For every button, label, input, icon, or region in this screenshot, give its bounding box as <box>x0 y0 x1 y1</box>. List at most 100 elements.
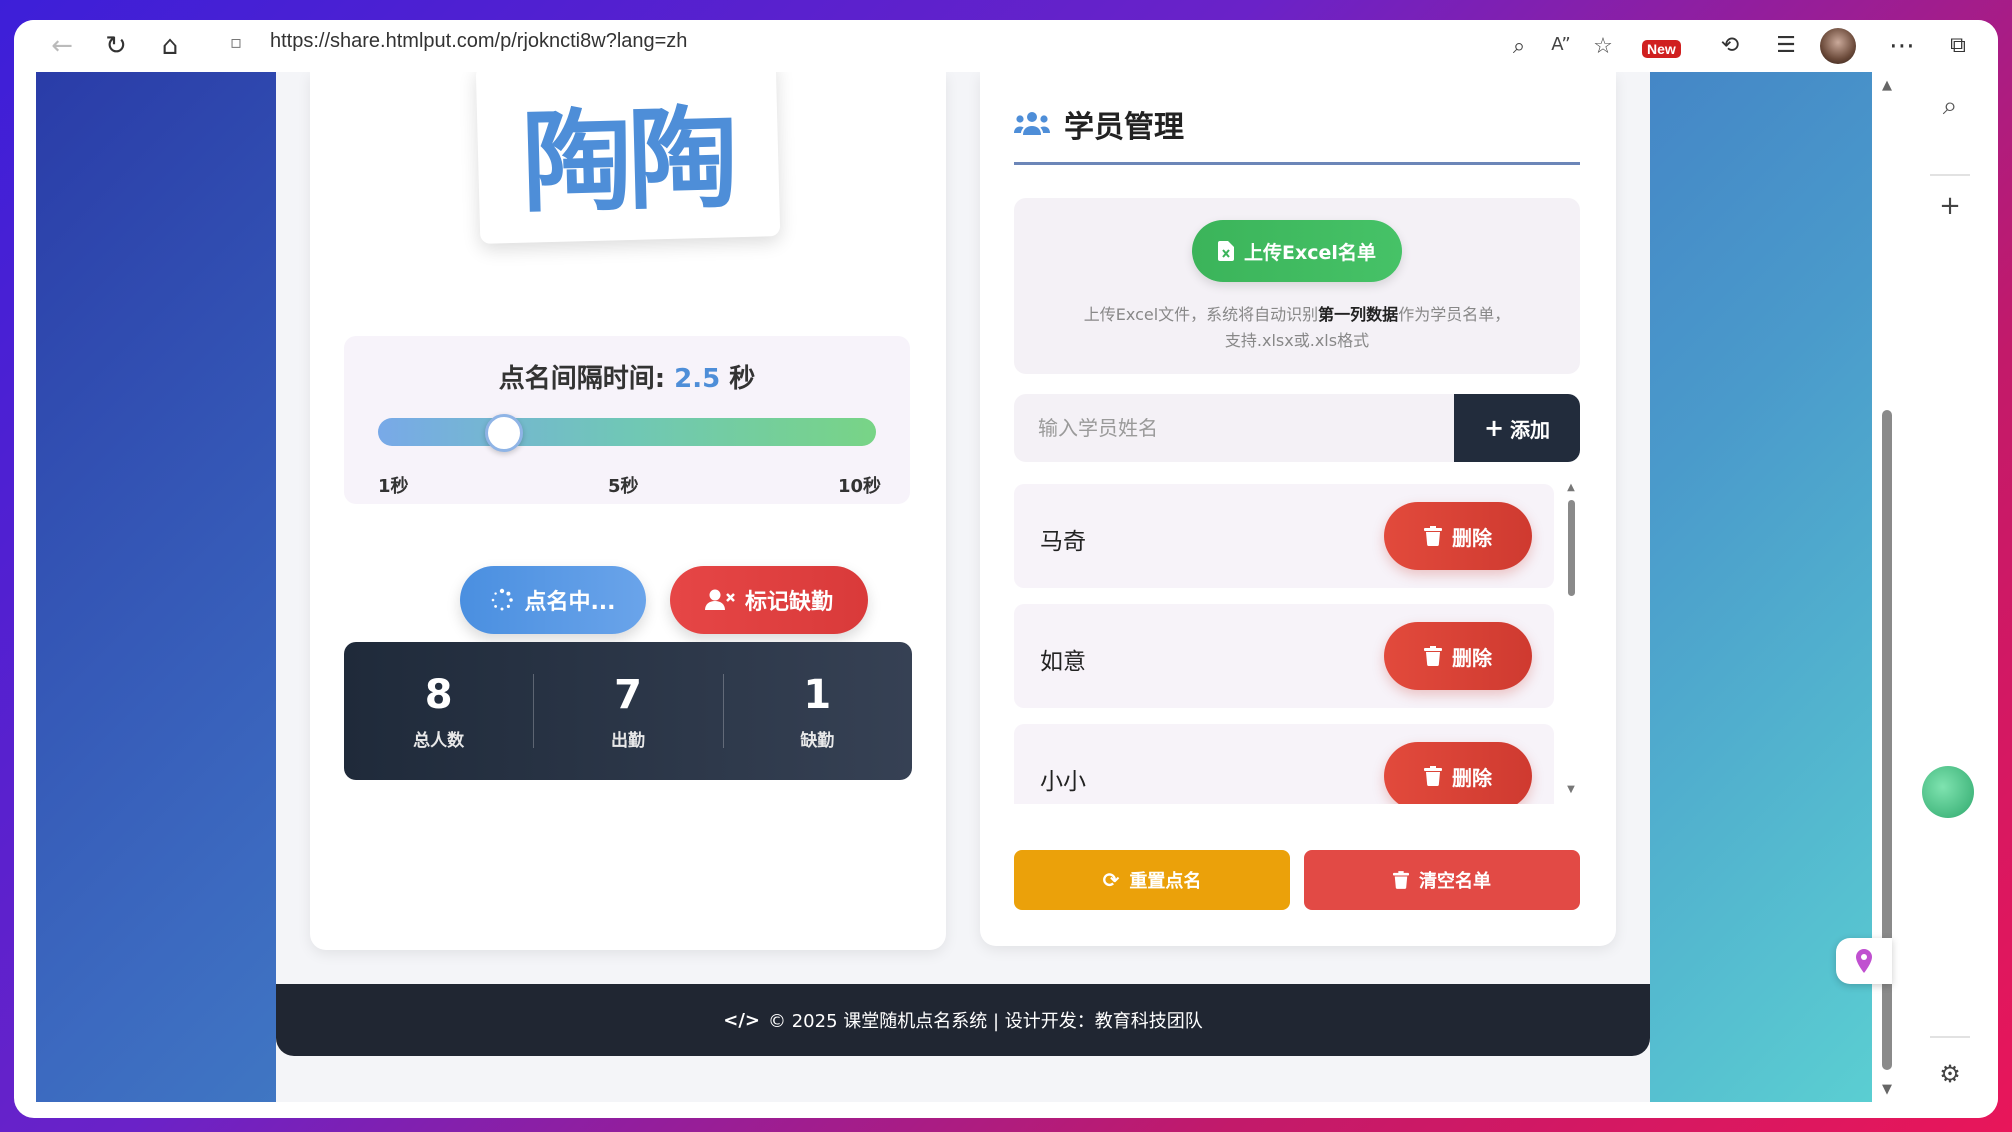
interval-value: 2.5 <box>674 364 721 394</box>
hint-suffix: 作为学员名单， <box>1398 305 1511 324</box>
back-icon[interactable]: ← <box>46 30 78 62</box>
floating-location-widget[interactable] <box>1836 938 1892 984</box>
hint-prefix: 上传Excel文件，系统将自动识别 <box>1083 305 1319 324</box>
trash-icon <box>1424 646 1442 666</box>
stat-absent-label: 缺勤 <box>800 730 835 751</box>
stat-total-value: 8 <box>424 671 453 718</box>
hint-bold: 第一列数据 <box>1318 305 1399 324</box>
more-menu-icon[interactable]: ⋯ <box>1886 30 1918 62</box>
code-icon: </> <box>723 1009 760 1031</box>
new-badge[interactable]: New <box>1642 40 1681 58</box>
student-name: 马奇 <box>1040 529 1086 555</box>
stat-present-value: 7 <box>614 671 642 718</box>
student-list-scrollbar[interactable]: ▲ ▼ <box>1564 482 1578 800</box>
student-name: 小小 <box>1040 769 1086 795</box>
delete-label: 删除 <box>1452 645 1492 670</box>
delete-student-button[interactable]: 删除 <box>1384 502 1532 570</box>
scroll-up-icon[interactable]: ▲ <box>1564 482 1578 493</box>
interval-label: 点名间隔时间: <box>498 364 666 394</box>
trash-icon <box>1424 526 1442 546</box>
calling-label: 点名中... <box>524 590 616 615</box>
browser-window: ← ↻ ⌂ ▫ https://share.htmlput.com/p/rjok… <box>14 20 1998 1118</box>
interval-unit: 秒 <box>729 364 756 394</box>
browser-toolbar: ← ↻ ⌂ ▫ https://share.htmlput.com/p/rjok… <box>14 20 1998 72</box>
reset-roll-call-button[interactable]: ⟳ 重置点名 <box>1014 850 1290 910</box>
footer-text: © 2025 课堂随机点名系统 | 设计开发：教育科技团队 <box>767 1011 1203 1032</box>
sidebar-search-icon[interactable]: ⌕ <box>1932 88 1968 124</box>
mark-absent-button[interactable]: 标记缺勤 <box>670 566 868 634</box>
list-item: 小小 删除 <box>1014 724 1554 804</box>
page-footer: </> © 2025 课堂随机点名系统 | 设计开发：教育科技团队 <box>276 984 1650 1056</box>
sidebar-add-icon[interactable]: + <box>1932 188 1968 224</box>
browser-sidebar: ⌕ + ⚙ <box>1902 72 1998 1118</box>
tick-min: 1秒 <box>378 476 409 497</box>
favorites-list-icon[interactable]: ☰ <box>1770 30 1802 62</box>
stat-absent-value: 1 <box>803 671 832 718</box>
excel-file-icon <box>1218 241 1235 261</box>
page-scroll-down-icon[interactable]: ▼ <box>1872 1082 1902 1097</box>
selected-name-card: 陶陶 <box>475 72 781 244</box>
stat-absent: 1 缺勤 <box>722 642 912 780</box>
delete-label: 删除 <box>1452 525 1492 550</box>
reload-icon[interactable]: ↻ <box>100 30 132 62</box>
scrollbar-thumb[interactable] <box>1568 500 1575 596</box>
list-item: 如意 删除 <box>1014 604 1554 708</box>
zoom-icon[interactable]: ⌕ <box>1504 34 1534 59</box>
delete-student-button[interactable]: 删除 <box>1384 622 1532 690</box>
delete-student-button[interactable]: 删除 <box>1384 742 1532 804</box>
upload-excel-button[interactable]: 上传Excel名单 <box>1192 220 1402 282</box>
extensions-icon[interactable]: ⟲ <box>1714 30 1746 62</box>
site-info-icon[interactable]: ▫ <box>230 32 242 53</box>
profile-avatar[interactable] <box>1820 28 1856 64</box>
refresh-icon: ⟳ <box>1102 868 1120 892</box>
stat-total-label: 总人数 <box>413 730 465 751</box>
roll-call-panel: 陶陶 点名间隔时间: 2.5 秒 1秒 5秒 10秒 点名中... 标记缺勤 8… <box>310 72 946 950</box>
sidebar-app-icon[interactable] <box>1922 766 1974 818</box>
read-aloud-icon[interactable]: A” <box>1546 34 1576 55</box>
interval-slider-thumb[interactable] <box>484 414 523 452</box>
upload-section: 上传Excel名单 上传Excel文件，系统将自动识别第一列数据作为学员名单， … <box>1014 198 1580 374</box>
add-student-row: + 添加 <box>1014 394 1580 462</box>
student-name-input[interactable] <box>1014 394 1454 462</box>
delete-label: 删除 <box>1452 765 1492 790</box>
add-student-button[interactable]: + 添加 <box>1454 394 1580 462</box>
scroll-down-icon[interactable]: ▼ <box>1564 784 1578 795</box>
users-icon <box>1014 112 1050 135</box>
stats-bar: 8 总人数 7 出勤 1 缺勤 <box>344 642 912 780</box>
share-icon[interactable]: ⧉ <box>1942 30 1974 62</box>
list-item: 马奇 删除 <box>1014 484 1554 588</box>
selected-name: 陶陶 <box>520 94 736 228</box>
page-viewport: 陶陶 点名间隔时间: 2.5 秒 1秒 5秒 10秒 点名中... 标记缺勤 8… <box>36 72 1902 1102</box>
upload-hint: 上传Excel文件，系统将自动识别第一列数据作为学员名单， 支持.xlsx或.x… <box>1014 302 1580 354</box>
home-icon[interactable]: ⌂ <box>154 30 186 62</box>
student-list: 马奇 删除 如意 删除 小小 删除 <box>1014 484 1560 804</box>
tick-max: 10秒 <box>838 476 882 497</box>
trash-icon <box>1393 871 1409 889</box>
sidebar-divider <box>1930 1036 1970 1038</box>
student-management-panel: 学员管理 上传Excel名单 上传Excel文件，系统将自动识别第一列数据作为学… <box>980 72 1616 946</box>
page-scroll-up-icon[interactable]: ▲ <box>1872 78 1902 93</box>
url-text[interactable]: https://share.htmlput.com/p/rjokncti8w?l… <box>270 30 687 53</box>
address-bar[interactable]: ▫ https://share.htmlput.com/p/rjokncti8w… <box>210 24 1640 64</box>
clear-label: 清空名单 <box>1419 871 1491 892</box>
add-label: 添加 <box>1510 417 1551 442</box>
app-page: 陶陶 点名间隔时间: 2.5 秒 1秒 5秒 10秒 点名中... 标记缺勤 8… <box>276 72 1650 1102</box>
interval-title: 点名间隔时间: 2.5 秒 <box>344 358 910 395</box>
location-pin-icon <box>1856 949 1872 973</box>
sidebar-settings-icon[interactable]: ⚙ <box>1932 1056 1968 1092</box>
favorite-star-icon[interactable]: ☆ <box>1588 34 1618 59</box>
stat-total: 8 总人数 <box>344 642 533 780</box>
hint-line2: 支持.xlsx或.xls格式 <box>1224 331 1370 350</box>
reset-label: 重置点名 <box>1129 871 1202 892</box>
interval-slider-track[interactable] <box>378 418 876 446</box>
plus-icon: + <box>1483 414 1505 442</box>
student-name: 如意 <box>1040 649 1086 675</box>
sidebar-divider <box>1930 174 1970 176</box>
calling-button[interactable]: 点名中... <box>460 566 646 634</box>
stat-present: 7 出勤 <box>533 642 722 780</box>
upload-label: 上传Excel名单 <box>1244 241 1376 264</box>
trash-icon <box>1424 766 1442 786</box>
spinner-icon <box>492 588 514 611</box>
clear-list-button[interactable]: 清空名单 <box>1304 850 1580 910</box>
title-divider <box>1014 162 1580 165</box>
